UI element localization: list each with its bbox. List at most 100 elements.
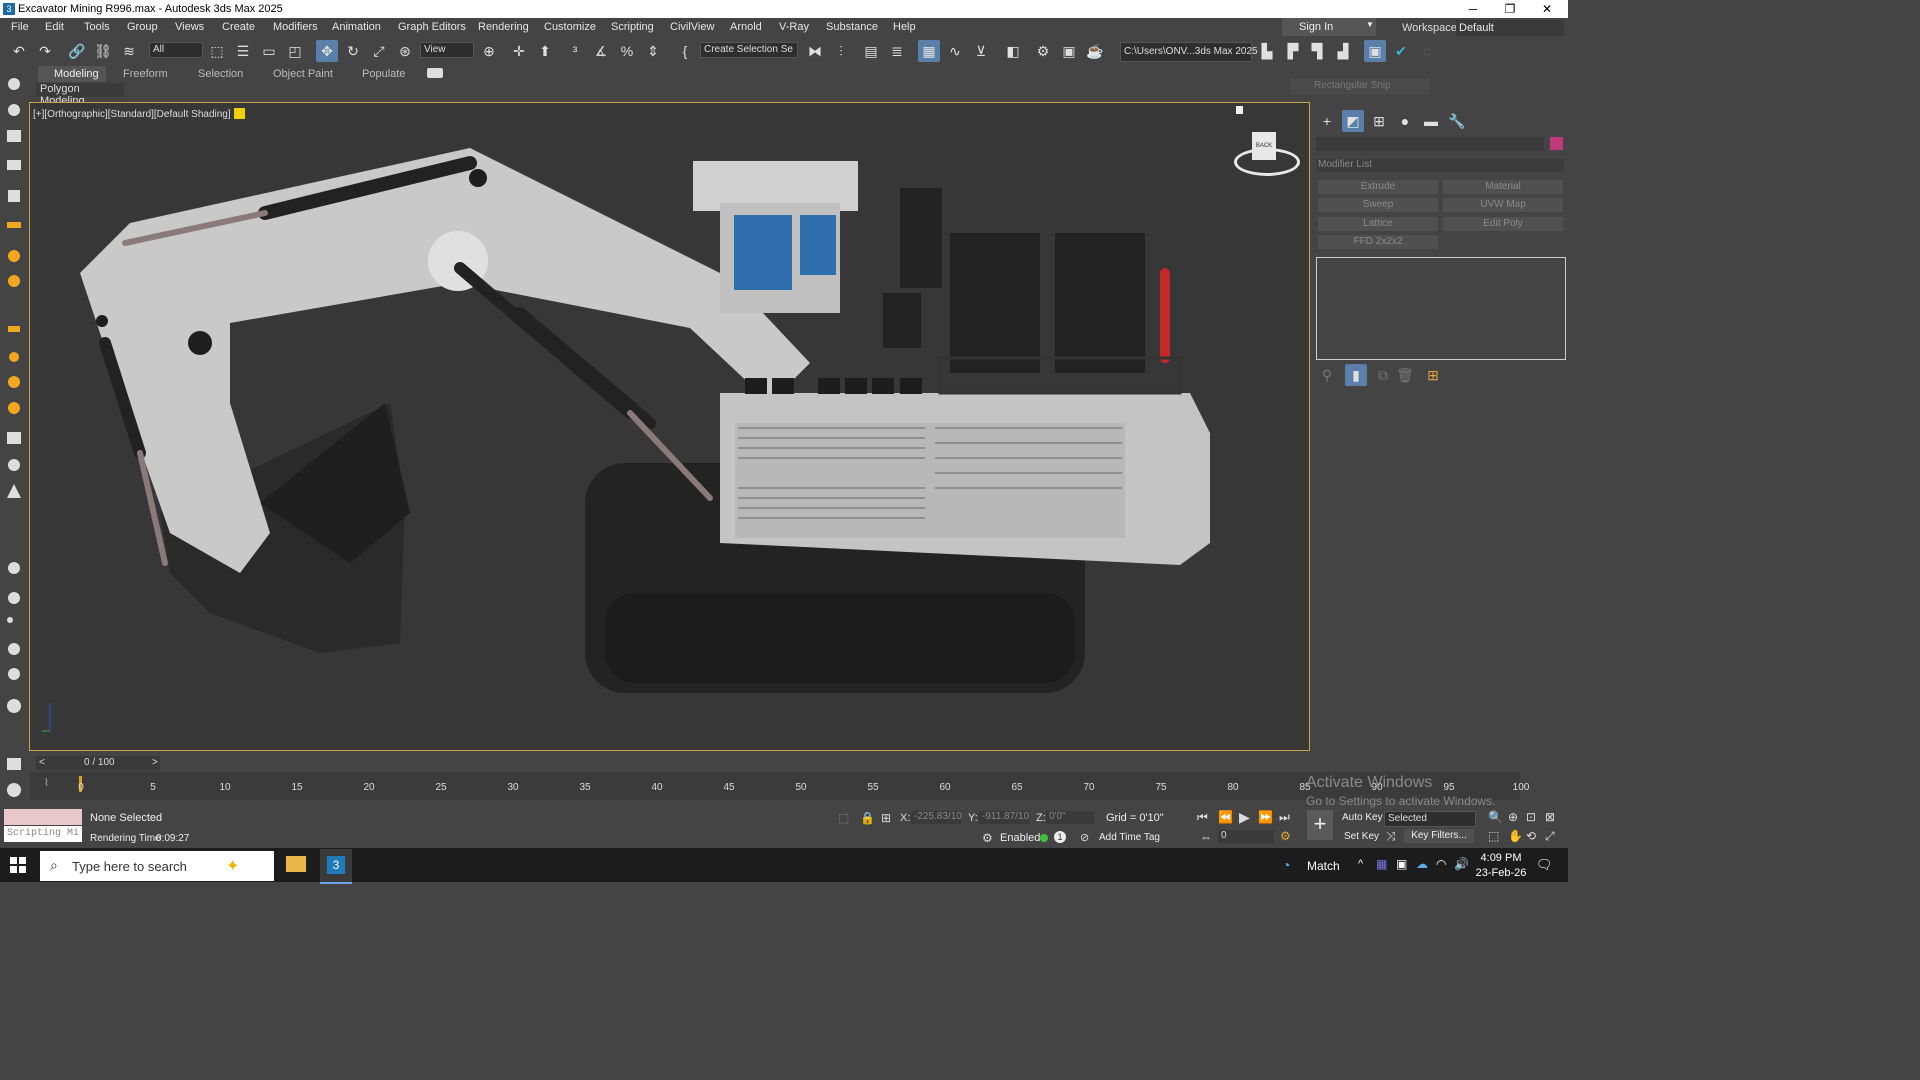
set-key-icon[interactable]: + bbox=[1307, 810, 1333, 840]
next-frame-button[interactable]: > bbox=[152, 757, 158, 768]
sign-in-dropdown[interactable]: Sign In ▼ bbox=[1282, 18, 1376, 36]
taskbar-3dsmax[interactable]: 3 bbox=[320, 849, 352, 884]
menu-tools[interactable]: Tools bbox=[84, 21, 110, 33]
menu-scripting[interactable]: Scripting bbox=[611, 21, 654, 33]
ffd-button[interactable]: FFD 2x2x2 bbox=[1318, 235, 1438, 249]
edit-named-selection-icon[interactable]: { bbox=[674, 40, 696, 62]
uvw-map-button[interactable]: UVW Map bbox=[1443, 198, 1563, 212]
edit-poly-button[interactable]: Edit Poly bbox=[1443, 217, 1563, 231]
windows-start-icon[interactable] bbox=[10, 857, 26, 873]
undo-icon[interactable]: ↶ bbox=[8, 40, 30, 62]
tab-populate[interactable]: Populate bbox=[362, 68, 405, 80]
project-path-dropdown[interactable]: C:\Users\ONV...3ds Max 2025 bbox=[1120, 42, 1258, 62]
time-configuration-icon[interactable]: ⚙ bbox=[1280, 829, 1291, 843]
pivot-center-icon[interactable]: ⊕ bbox=[478, 40, 500, 62]
menu-file[interactable]: File bbox=[11, 21, 29, 33]
isolate-icon[interactable]: ⬚ bbox=[838, 811, 849, 825]
viewcube[interactable]: BACK bbox=[1234, 128, 1300, 178]
excavator-model[interactable] bbox=[30, 103, 1308, 749]
zoom-icon[interactable]: 🔍 bbox=[1488, 810, 1503, 824]
object-name-field[interactable] bbox=[1316, 137, 1544, 151]
tab-freeform[interactable]: Freeform bbox=[123, 68, 168, 80]
configure-sets-icon[interactable]: ⊞ bbox=[1422, 364, 1444, 386]
auto-key-button[interactable]: Auto Key bbox=[1342, 812, 1383, 823]
key-mode-dropdown[interactable]: Selected bbox=[1384, 811, 1476, 827]
rendered-frame-window-icon[interactable]: ▣ bbox=[1058, 40, 1080, 62]
spinner-snap-icon[interactable]: ⇕ bbox=[642, 40, 664, 62]
time-slider[interactable]: 0 / 100 < > bbox=[36, 756, 160, 770]
adaptive-degradation-icon[interactable]: ⚙ bbox=[982, 831, 993, 845]
menu-modifiers[interactable]: Modifiers bbox=[273, 21, 318, 33]
home-icon[interactable] bbox=[1236, 106, 1243, 114]
zoom-all-icon[interactable]: ⊕ bbox=[1508, 810, 1518, 824]
menu-create[interactable]: Create bbox=[222, 21, 255, 33]
clock-date[interactable]: 23-Feb-26 bbox=[1474, 867, 1528, 879]
menu-group[interactable]: Group bbox=[127, 21, 158, 33]
reference-coordinate-dropdown[interactable]: View bbox=[420, 42, 474, 58]
info-icon[interactable]: 1 bbox=[1054, 831, 1066, 843]
render-setup-icon[interactable]: ⚙ bbox=[1032, 40, 1054, 62]
ribbon-options-icon[interactable] bbox=[427, 68, 443, 78]
menu-edit[interactable]: Edit bbox=[45, 21, 64, 33]
redo-icon[interactable]: ↷ bbox=[34, 40, 56, 62]
polygon-modeling-panel[interactable]: Polygon Modeling bbox=[36, 83, 124, 107]
modifier-stack[interactable] bbox=[1316, 257, 1566, 360]
menu-vray[interactable]: V-Ray bbox=[779, 21, 809, 33]
render-frame-icon[interactable]: ▟ bbox=[1332, 40, 1354, 62]
ribbon-toggle-icon[interactable]: ▦ bbox=[918, 40, 940, 62]
motion-tab-icon[interactable]: ● bbox=[1394, 110, 1416, 132]
notifications-icon[interactable]: 🗨 bbox=[1536, 857, 1553, 873]
weather-label[interactable]: Match bbox=[1307, 859, 1340, 873]
unlink-icon[interactable]: ⛓ bbox=[92, 40, 114, 62]
menu-graph-editors[interactable]: Graph Editors bbox=[398, 21, 466, 33]
bind-space-warp-icon[interactable]: ≋ bbox=[118, 40, 140, 62]
absolute-mode-icon[interactable]: ⊞ bbox=[881, 811, 891, 825]
show-end-result-icon[interactable]: ▮ bbox=[1345, 364, 1367, 386]
prev-frame-button[interactable]: < bbox=[39, 757, 45, 768]
meet-icon[interactable]: ▣ bbox=[1396, 857, 1407, 871]
selection-filter-dropdown[interactable]: All bbox=[149, 42, 203, 58]
render-production-icon[interactable]: ☕ bbox=[1084, 40, 1106, 62]
save-selection-icon[interactable]: ▜ bbox=[1306, 40, 1328, 62]
add-time-tag[interactable]: Add Time Tag bbox=[1099, 832, 1160, 843]
set-key-button[interactable]: Set Key bbox=[1344, 831, 1379, 842]
extrude-button[interactable]: Extrude bbox=[1318, 180, 1438, 194]
enabled-indicator[interactable] bbox=[1040, 834, 1048, 842]
hierarchy-tab-icon[interactable]: ⊞ bbox=[1368, 110, 1390, 132]
scene-explorer-icon[interactable]: ▤ bbox=[860, 40, 882, 62]
orbit-view-icon[interactable]: ⟲ bbox=[1526, 829, 1536, 843]
select-manipulate-icon[interactable]: ✛ bbox=[508, 40, 530, 62]
named-selection-dropdown[interactable]: Create Selection Se bbox=[700, 42, 798, 58]
go-to-end-icon[interactable]: ⏭ bbox=[1279, 810, 1290, 825]
menu-rendering[interactable]: Rendering bbox=[478, 21, 529, 33]
layer-explorer-icon[interactable]: ≣ bbox=[886, 40, 908, 62]
help-circle-icon[interactable]: ◌ bbox=[1416, 40, 1438, 62]
wifi-icon[interactable]: ◠ bbox=[1436, 857, 1446, 871]
scale-icon[interactable]: ⤢ bbox=[368, 40, 390, 62]
rectangular-selection-icon[interactable]: ▭ bbox=[258, 40, 280, 62]
onedrive-icon[interactable]: ☁ bbox=[1416, 857, 1428, 871]
menu-animation[interactable]: Animation bbox=[332, 21, 381, 33]
tab-modeling[interactable]: Modeling bbox=[38, 66, 106, 82]
weather-icon[interactable]: ◔ bbox=[1282, 857, 1290, 873]
teams-icon[interactable]: ▦ bbox=[1376, 857, 1387, 871]
select-by-name-icon[interactable]: ☰ bbox=[232, 40, 254, 62]
menu-arnold[interactable]: Arnold bbox=[730, 21, 762, 33]
display-tab-icon[interactable]: ▬ bbox=[1420, 110, 1442, 132]
x-coordinate-field[interactable]: -225.83/10 bbox=[911, 811, 962, 824]
check-icon[interactable]: ✔ bbox=[1390, 40, 1412, 62]
pan-view-icon[interactable]: ✋ bbox=[1508, 829, 1523, 843]
make-unique-icon[interactable]: ⧉ bbox=[1372, 364, 1394, 386]
maximize-button[interactable]: ❐ bbox=[1492, 1, 1528, 17]
menu-substance[interactable]: Substance bbox=[826, 21, 878, 33]
show-hidden-icons[interactable]: ^ bbox=[1358, 858, 1363, 870]
remove-modifier-icon[interactable]: 🗑 bbox=[1394, 364, 1416, 386]
y-coordinate-field[interactable]: -911.87/10 bbox=[979, 811, 1029, 824]
menu-views[interactable]: Views bbox=[175, 21, 204, 33]
placement-icon[interactable]: ⊛ bbox=[394, 40, 416, 62]
align-icon[interactable]: ⫶ bbox=[830, 40, 852, 62]
maximize-viewport-icon[interactable]: ⤢ bbox=[1545, 829, 1555, 844]
workspace-dropdown[interactable]: Default bbox=[1456, 20, 1564, 36]
previous-frame-icon[interactable]: ⏪ bbox=[1218, 810, 1233, 824]
link-icon[interactable]: 🔗 bbox=[66, 40, 88, 62]
